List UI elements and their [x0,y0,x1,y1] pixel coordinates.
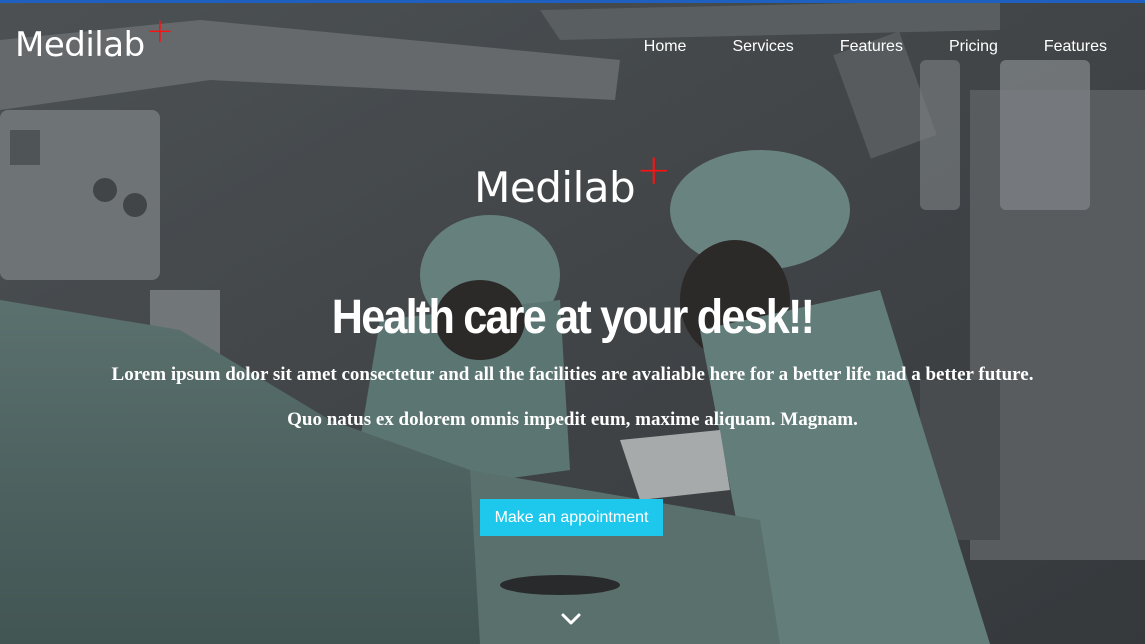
brand-plus-icon: + [145,11,175,51]
nav-item-home[interactable]: Home [644,38,687,56]
brand-name: Medilab [15,25,145,65]
hero-logo-plus-icon: + [636,145,671,194]
nav-item-features[interactable]: Features [840,38,903,56]
nav-item-services[interactable]: Services [732,38,793,56]
hero-logo-name: Medilab [474,163,636,212]
make-appointment-button[interactable]: Make an appointment [480,499,663,536]
hero-headline: Health care at your desk!! [331,291,815,344]
nav-item-features-2[interactable]: Features [1044,38,1107,56]
hero-subtitle-secondary: Quo natus ex dolorem omnis impedit eum, … [287,409,858,430]
nav-item-pricing[interactable]: Pricing [949,38,998,56]
hero-section: Medilab+ Home Services Features Pricing … [0,0,1145,644]
chevron-down-icon[interactable] [560,611,582,627]
brand-logo[interactable]: Medilab+ [15,11,174,65]
hero-logo: Medilab+ [0,145,1145,212]
nav-menu: Home Services Features Pricing Features [598,38,1107,56]
navbar: Medilab+ Home Services Features Pricing … [0,3,1145,88]
hero-subtitle: Lorem ipsum dolor sit amet consectetur a… [111,364,1034,385]
